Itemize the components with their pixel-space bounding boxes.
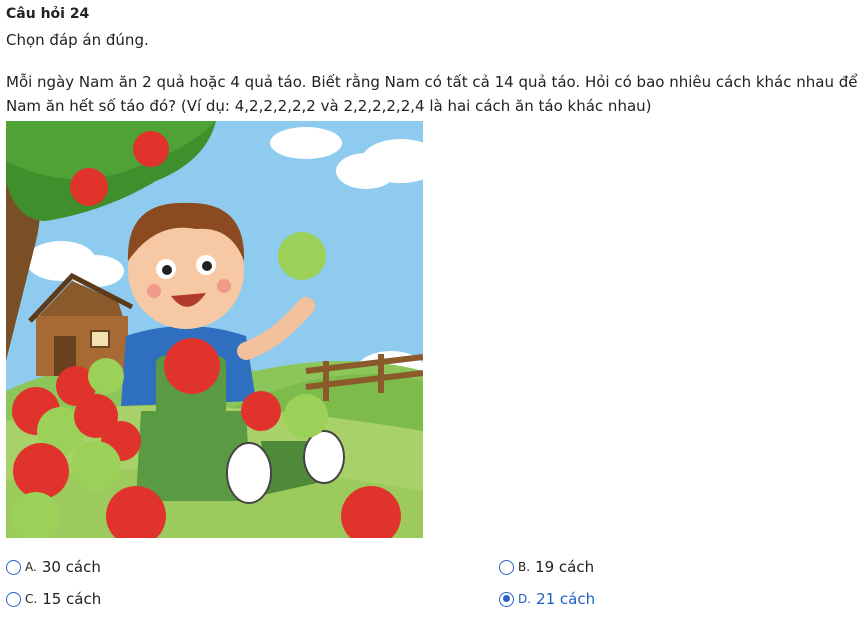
question-instruction: Chọn đáp án đúng. — [6, 31, 149, 49]
radio-button-selected[interactable] — [499, 591, 514, 607]
option-label: 19 cách — [535, 558, 595, 576]
radio-button[interactable] — [6, 591, 21, 607]
question-illustration — [6, 121, 423, 538]
option-letter: C. — [25, 592, 38, 606]
radio-button[interactable] — [6, 559, 21, 575]
option-letter: D. — [518, 592, 532, 606]
question-title: Câu hỏi 24 — [6, 6, 90, 22]
option-b[interactable]: B. 19 cách — [499, 558, 594, 576]
option-letter: B. — [518, 560, 531, 574]
question-text: Mỗi ngày Nam ăn 2 quả hoặc 4 quả táo. Bi… — [6, 73, 858, 115]
boy-with-apples-illustration — [6, 121, 423, 538]
option-label: 15 cách — [42, 590, 102, 608]
option-letter: A. — [25, 560, 37, 574]
option-label: 30 cách — [41, 558, 101, 576]
option-d[interactable]: D. 21 cách — [499, 590, 595, 608]
option-c[interactable]: C. 15 cách — [6, 590, 101, 608]
radio-button[interactable] — [499, 559, 514, 575]
option-label: 21 cách — [536, 590, 596, 608]
option-a[interactable]: A. 30 cách — [6, 558, 101, 576]
